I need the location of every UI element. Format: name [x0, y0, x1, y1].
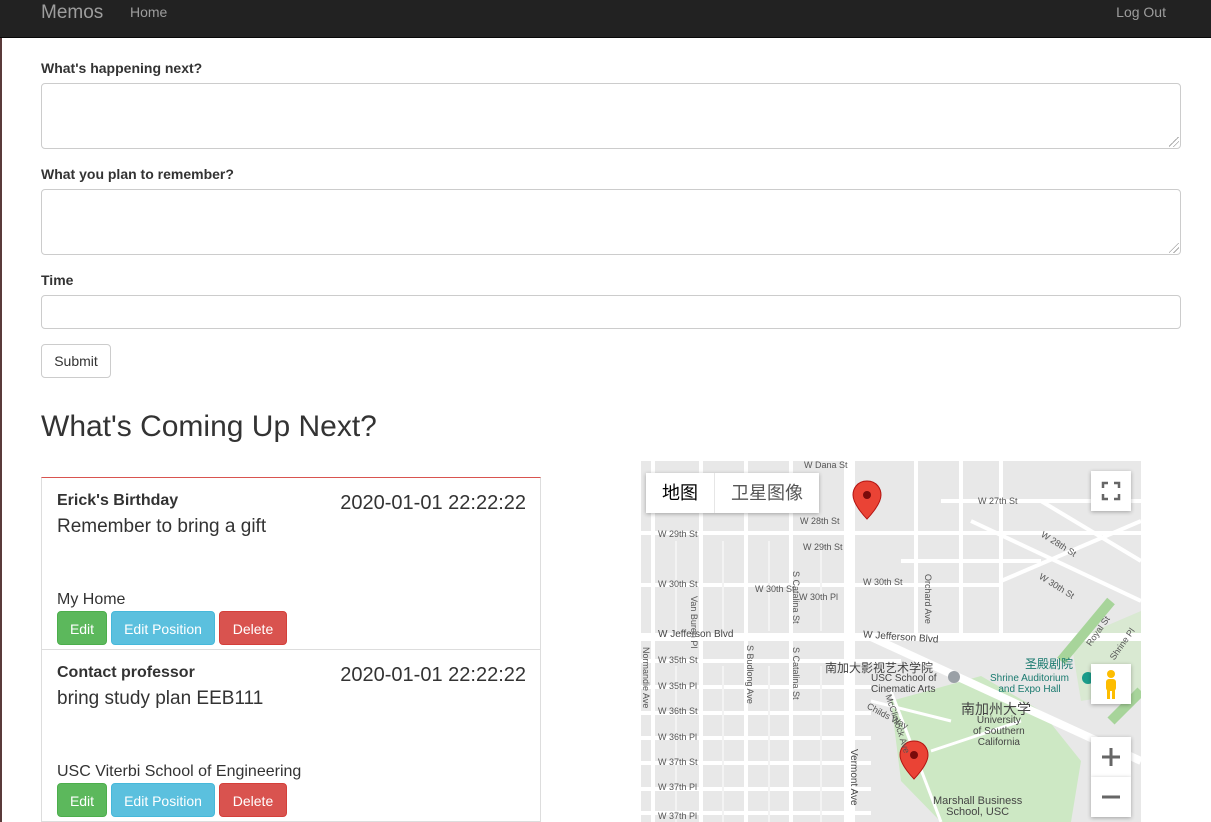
memo-card[interactable]: Erick's Birthday 2020-01-01 22:22:22 Rem…: [42, 478, 540, 650]
section-title: What's Coming Up Next?: [41, 410, 377, 443]
event-label: What's happening next?: [41, 60, 203, 76]
poi-label: USC School of Cinematic Arts: [871, 673, 937, 695]
edit-position-button[interactable]: Edit Position: [111, 611, 215, 645]
map-view[interactable]: W Dana St W 27th St W 28th St W 29th St …: [641, 461, 1141, 822]
fullscreen-icon: [1101, 481, 1121, 501]
street-label: W 30th Pl: [799, 592, 839, 602]
memo-title: Erick's Birthday: [57, 492, 179, 509]
street-label: W 30th St: [658, 579, 698, 589]
submit-button[interactable]: Submit: [41, 344, 111, 378]
street-label: W 37th Pl: [658, 811, 698, 821]
memo-title: Contact professor: [57, 664, 195, 681]
nav-home-link[interactable]: Home: [130, 4, 167, 20]
street-label: W 36th Pl: [658, 732, 698, 742]
street-label: W 37th St: [658, 757, 698, 767]
memo-description: Remember to bring a gift: [57, 516, 267, 537]
street-label: W 36th St: [658, 706, 698, 716]
memo-list: Erick's Birthday 2020-01-01 22:22:22 Rem…: [41, 477, 541, 822]
map-type-control: 地图 卫星图像: [646, 473, 819, 513]
edit-button[interactable]: Edit: [57, 611, 107, 645]
event-textarea[interactable]: [41, 83, 1181, 149]
remember-label: What you plan to remember?: [41, 166, 234, 182]
street-label: Van Buren Pl: [689, 596, 699, 649]
time-input[interactable]: [41, 295, 1181, 329]
memo-card[interactable]: Contact professor 2020-01-01 22:22:22 br…: [42, 650, 540, 822]
navbar: Memos Home Log Out: [0, 0, 1211, 38]
street-label: W 27th St: [978, 496, 1018, 506]
window-edge: [0, 0, 2, 822]
map-type-satellite-button[interactable]: 卫星图像: [715, 473, 819, 513]
logout-link[interactable]: Log Out: [1116, 4, 1166, 20]
street-label: W 37th Pl: [658, 782, 698, 792]
fullscreen-button[interactable]: [1091, 471, 1131, 511]
zoom-in-button[interactable]: [1091, 737, 1131, 777]
memo-time: 2020-01-01 22:22:22: [340, 492, 526, 514]
poi-label: 圣殿剧院: [1025, 657, 1074, 671]
poi-label: Shrine Auditorium and Expo Hall: [990, 673, 1069, 695]
street-label: W 28th St: [800, 516, 840, 526]
street-label: Vermont Ave: [848, 749, 859, 806]
resize-grip-icon[interactable]: [1169, 137, 1179, 147]
street-label: S Budlong Ave: [745, 645, 755, 704]
zoom-out-button[interactable]: [1091, 777, 1131, 817]
street-label: S Catalina St: [791, 647, 801, 700]
street-view-button[interactable]: [1091, 664, 1131, 704]
memo-location: My Home: [57, 591, 126, 608]
remember-textarea[interactable]: [41, 189, 1181, 255]
delete-button[interactable]: Delete: [219, 783, 287, 817]
poi-label: Marshall Business School, USC: [933, 795, 1023, 818]
street-label: W 30th St: [863, 577, 903, 587]
street-label: W 35th St: [658, 655, 698, 665]
memo-location: USC Viterbi School of Engineering: [57, 763, 302, 780]
street-label: W 29th St: [803, 542, 843, 552]
street-label: W 29th St: [658, 529, 698, 539]
map-type-map-button[interactable]: 地图: [646, 473, 715, 513]
edit-button[interactable]: Edit: [57, 783, 107, 817]
street-label: W Dana St: [804, 461, 848, 470]
poi-label: University of Southern California: [973, 715, 1025, 748]
memo-time: 2020-01-01 22:22:22: [340, 664, 526, 686]
plus-icon: [1102, 748, 1120, 766]
street-label: W 35th Pl: [658, 681, 698, 691]
minus-icon: [1102, 795, 1120, 799]
memo-description: bring study plan EEB111: [57, 688, 264, 709]
pegman-icon: [1106, 670, 1116, 699]
street-label: S Catalina St: [791, 571, 801, 624]
resize-grip-icon[interactable]: [1169, 243, 1179, 253]
street-label: Normandie Ave: [641, 647, 651, 709]
delete-button[interactable]: Delete: [219, 611, 287, 645]
brand-logo[interactable]: Memos: [41, 2, 103, 24]
street-label: Orchard Ave: [923, 574, 933, 624]
map-marker-home[interactable]: [852, 480, 882, 520]
poi-icon[interactable]: [948, 671, 960, 683]
edit-position-button[interactable]: Edit Position: [111, 783, 215, 817]
time-label: Time: [41, 272, 74, 288]
street-label: W 30th St: [755, 584, 795, 594]
